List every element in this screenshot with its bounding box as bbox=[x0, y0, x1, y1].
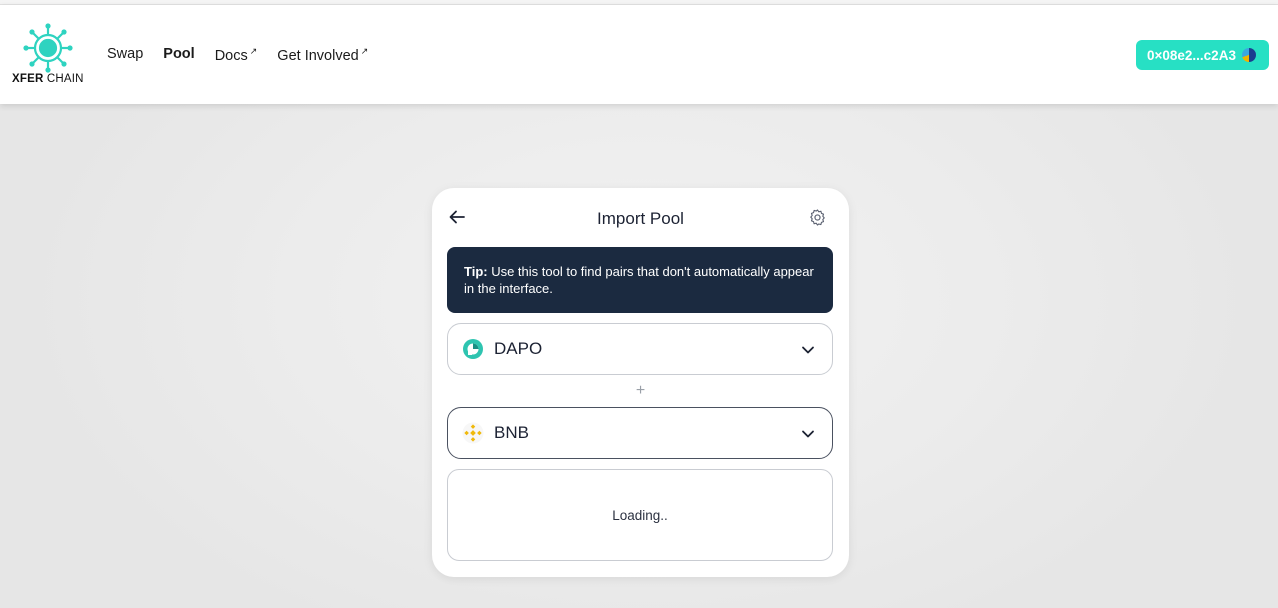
external-link-icon: ↗ bbox=[360, 46, 369, 56]
nav-swap[interactable]: Swap bbox=[107, 46, 143, 64]
nav-get-involved[interactable]: Get Involved ↗ bbox=[277, 46, 368, 64]
import-pool-card: Import Pool Tip: Use this tool to find p… bbox=[432, 188, 849, 577]
top-navigation-bar: XFER CHAIN Swap Pool Docs ↗ Get Involved ↗… bbox=[0, 5, 1278, 104]
settings-gear-icon[interactable] bbox=[808, 208, 827, 227]
nav-docs[interactable]: Docs ↗ bbox=[215, 46, 258, 64]
dapo-token-icon bbox=[463, 339, 483, 359]
token-b-symbol: BNB bbox=[494, 423, 529, 442]
wallet-address-button[interactable]: 0×08e2...c2A3 bbox=[1136, 40, 1269, 70]
nav-pool[interactable]: Pool bbox=[163, 46, 194, 64]
page-title: Import Pool bbox=[597, 209, 684, 228]
external-link-icon: ↗ bbox=[249, 46, 258, 56]
tip-text: Use this tool to find pairs that don't a… bbox=[464, 264, 814, 296]
wallet-address: 0×08e2...c2A3 bbox=[1147, 47, 1236, 63]
token-a-select[interactable]: DAPO bbox=[447, 323, 833, 375]
plus-separator: + bbox=[635, 382, 646, 399]
bnb-token-icon bbox=[462, 422, 484, 444]
xfer-chain-logo[interactable]: XFER CHAIN bbox=[12, 23, 88, 89]
pool-lookup-status: Loading.. bbox=[447, 469, 833, 561]
chevron-down-icon bbox=[802, 430, 814, 438]
tip-banner: Tip: Use this tool to find pairs that do… bbox=[447, 247, 833, 313]
wallet-avatar-icon bbox=[1241, 48, 1256, 62]
token-a-symbol: DAPO bbox=[494, 339, 543, 358]
chevron-down-icon bbox=[802, 346, 814, 354]
token-b-select[interactable]: BNB bbox=[447, 407, 833, 459]
tip-label: Tip: bbox=[464, 264, 488, 279]
loading-text: Loading.. bbox=[612, 507, 668, 523]
circuit-flower-logo-icon bbox=[23, 23, 73, 73]
brand-name: XFER CHAIN bbox=[12, 73, 84, 85]
main-nav: Swap Pool Docs ↗ Get Involved ↗ bbox=[107, 46, 368, 64]
